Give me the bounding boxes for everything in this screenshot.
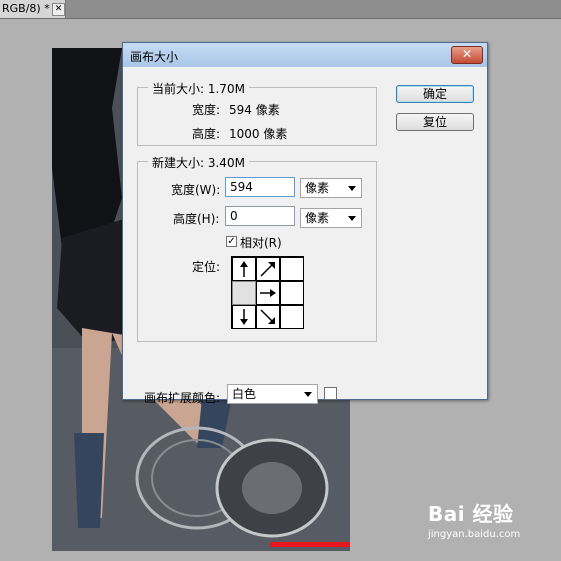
height-input[interactable]: 0 (225, 206, 295, 226)
chevron-down-icon (348, 186, 356, 191)
current-width-value: 594 像素 (229, 103, 280, 117)
height-unit-value: 像素 (305, 211, 330, 225)
anchor-middle-left[interactable] (232, 281, 256, 305)
width-label: 宽度(W): (171, 183, 221, 197)
canvas-size-dialog: 画布大小 ✕ 当前大小: 1.70M 宽度: 594 像素 高度: 1000 像… (122, 42, 488, 405)
anchor-label: 定位: (192, 260, 221, 274)
document-tab[interactable]: RGB/8) * ✕ (0, 0, 66, 18)
chevron-down-icon (348, 216, 356, 221)
arrow-down-right-icon (260, 309, 275, 324)
anchor-bottom-right[interactable] (280, 305, 304, 329)
current-width-label: 宽度: (192, 103, 221, 117)
anchor-top-left[interactable] (232, 257, 256, 281)
new-size-title: 新建大小: 3.40M (148, 154, 249, 171)
arrow-right-icon (260, 289, 276, 297)
document-tab-strip: RGB/8) * ✕ (0, 0, 561, 19)
watermark-url: jingyan.baidu.com (428, 529, 521, 540)
dialog-titlebar[interactable]: 画布大小 ✕ (123, 43, 487, 67)
current-height-value: 1000 像素 (229, 127, 288, 141)
anchor-top-center[interactable] (256, 257, 280, 281)
relative-checkbox[interactable]: ✓ (226, 236, 237, 247)
arrow-down-icon (240, 309, 248, 325)
current-size-title: 当前大小: 1.70M (148, 80, 249, 97)
close-icon[interactable]: ✕ (52, 3, 65, 16)
width-unit-value: 像素 (305, 181, 330, 195)
extension-color-swatch[interactable] (324, 387, 337, 400)
baidu-watermark: Bai 经验 jingyan.baidu.com (428, 498, 520, 540)
close-button[interactable]: ✕ (451, 46, 483, 64)
height-unit-select[interactable]: 像素 (300, 208, 362, 228)
chevron-down-icon (304, 392, 312, 397)
width-unit-select[interactable]: 像素 (300, 178, 362, 198)
anchor-grid (231, 256, 304, 329)
height-label: 高度(H): (173, 212, 220, 226)
width-input[interactable]: 594 (225, 177, 295, 197)
relative-label[interactable]: 相对(R) (240, 234, 282, 251)
anchor-middle-right[interactable] (280, 281, 304, 305)
extension-color-value: 白色 (232, 387, 257, 401)
anchor-bottom-center[interactable] (256, 305, 280, 329)
extension-color-label: 画布扩展颜色: (144, 391, 221, 405)
extension-color-select[interactable]: 白色 (227, 384, 318, 404)
document-tab-title: RGB/8) * (2, 2, 50, 15)
arrow-up-icon (240, 261, 248, 277)
anchor-middle-center[interactable] (256, 281, 280, 305)
anchor-bottom-left[interactable] (232, 305, 256, 329)
dialog-title: 画布大小 (130, 50, 179, 64)
dialog-body: 当前大小: 1.70M 宽度: 594 像素 高度: 1000 像素 确定 复位… (123, 68, 487, 405)
current-height-label: 高度: (192, 127, 221, 141)
watermark-logo: Bai 经验 (428, 502, 514, 526)
ok-button[interactable]: 确定 (396, 85, 474, 103)
anchor-top-right[interactable] (280, 257, 304, 281)
arrow-up-right-icon (260, 262, 275, 277)
reset-button[interactable]: 复位 (396, 113, 474, 131)
